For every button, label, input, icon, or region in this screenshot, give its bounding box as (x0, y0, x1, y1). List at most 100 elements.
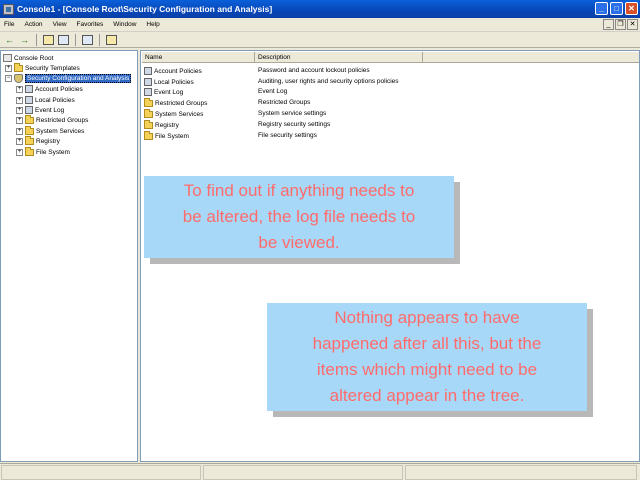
up-folder-icon[interactable] (43, 34, 54, 45)
tree-child-file-system[interactable]: + File System (16, 146, 70, 157)
expand-icon[interactable]: + (16, 85, 23, 93)
expand-icon[interactable]: + (16, 148, 23, 156)
tree-child-local-policies[interactable]: + Local Policies (16, 95, 75, 105)
maximize-button[interactable]: □ (610, 2, 623, 15)
callout-log-file: To find out if anything needs to be alte… (144, 176, 454, 258)
mdi-minimize-button[interactable]: _ (603, 19, 614, 30)
list-item[interactable]: Account Policies (144, 66, 202, 76)
tree-item-security-templates[interactable]: + Security Templates (5, 62, 80, 73)
forward-arrow-icon[interactable]: → (18, 34, 31, 46)
status-segment (405, 465, 637, 480)
folder-icon (144, 119, 153, 129)
list-item-description: Event Log (258, 88, 288, 95)
list-item[interactable]: Event Log (144, 87, 183, 97)
tree-item-label: Account Policies (35, 85, 83, 93)
list-item-description: File security settings (258, 132, 317, 139)
column-header-description[interactable]: Description (255, 52, 423, 63)
menu-favorites[interactable]: Favorites (72, 21, 109, 28)
column-header-name[interactable]: Name (142, 52, 255, 63)
mmc-app-icon[interactable] (3, 3, 14, 15)
help-icon[interactable] (106, 34, 117, 45)
title-bar[interactable]: Console1 - [Console Root\Security Config… (0, 0, 640, 18)
expand-icon[interactable]: + (16, 106, 23, 114)
expand-icon[interactable]: + (16, 127, 23, 135)
list-item-description: System service settings (258, 110, 327, 117)
window-title: Console1 - [Console Root\Security Config… (17, 4, 273, 14)
back-arrow-icon[interactable]: ← (3, 34, 16, 46)
callout-line: altered appear in the tree. (329, 386, 525, 405)
menu-file[interactable]: File (0, 21, 19, 28)
policy-icon (144, 78, 152, 86)
menu-view[interactable]: View (48, 21, 72, 28)
window-controls: _ □ ✕ (595, 2, 638, 15)
expand-icon[interactable]: + (16, 137, 23, 145)
callout-line: items which might need to be (316, 360, 538, 379)
list-item-description: Password and account lockout policies (258, 67, 370, 74)
policy-icon (25, 85, 33, 93)
event-log-icon (144, 88, 152, 96)
tree-item-label: File System (36, 148, 70, 156)
tree-child-system-services[interactable]: + System Services (16, 125, 85, 136)
list-item[interactable]: System Services (144, 108, 204, 119)
tree-pane[interactable]: Console Root + Security Templates − Secu… (0, 50, 138, 462)
expand-icon[interactable]: + (16, 96, 23, 104)
security-analysis-icon (14, 73, 23, 83)
show-hide-tree-icon[interactable] (58, 34, 69, 45)
callout-line: Nothing appears to have (334, 308, 520, 327)
folder-icon (25, 146, 34, 156)
expand-icon[interactable]: + (16, 116, 23, 124)
mdi-close-button[interactable]: ✕ (627, 19, 638, 30)
list-item-description: Registry security settings (258, 121, 331, 128)
tree-child-event-log[interactable]: + Event Log (16, 105, 64, 115)
tree-child-account-policies[interactable]: + Account Policies (16, 84, 83, 94)
policy-icon (25, 96, 33, 104)
callout-line: be altered, the log file needs to (182, 207, 416, 226)
folder-icon (14, 62, 23, 72)
event-log-icon (25, 106, 33, 114)
folder-icon (144, 97, 153, 107)
policy-icon (144, 67, 152, 75)
menu-action[interactable]: Action (19, 21, 47, 28)
tree-item-security-configuration[interactable]: − Security Configuration and Analysis (5, 73, 132, 83)
menu-window[interactable]: Window (108, 21, 141, 28)
column-header-filler (423, 52, 639, 63)
list-item-name: File System (155, 132, 189, 140)
list-item-description: Restricted Groups (258, 99, 311, 106)
expand-icon[interactable]: + (5, 64, 12, 72)
console-root-icon (3, 54, 12, 62)
list-item[interactable]: Registry (144, 119, 179, 130)
callout-line: happened after all this, but the (312, 334, 542, 353)
list-item-name: System Services (155, 110, 204, 118)
menu-help[interactable]: Help (141, 21, 164, 28)
folder-icon (144, 130, 153, 140)
toolbar-separator (75, 33, 76, 46)
list-item-name: Registry (155, 121, 179, 129)
folder-icon (25, 135, 34, 145)
mdi-restore-button[interactable]: ❐ (615, 19, 626, 30)
list-item-name: Event Log (154, 88, 184, 96)
mdi-controls: _ ❐ ✕ (603, 19, 638, 30)
tree-item-label: Local Policies (35, 96, 75, 104)
list-item-name: Restricted Groups (155, 99, 208, 107)
status-bar (0, 463, 640, 480)
list-item-name: Account Policies (154, 67, 202, 75)
folder-icon (144, 108, 153, 118)
tree-item-label: Restricted Groups (36, 116, 89, 124)
list-item[interactable]: File System (144, 130, 189, 141)
status-segment (1, 465, 201, 480)
callout-tree-items: Nothing appears to have happened after a… (267, 303, 587, 411)
tree-item-label: Registry (36, 137, 60, 145)
tree-child-registry[interactable]: + Registry (16, 135, 60, 146)
collapse-icon[interactable]: − (5, 74, 12, 82)
close-button[interactable]: ✕ (625, 2, 638, 15)
tree-item-label: Security Templates (25, 64, 80, 72)
list-item[interactable]: Local Policies (144, 77, 194, 87)
tree-root[interactable]: Console Root (3, 53, 53, 63)
toolbar-separator (36, 33, 37, 46)
minimize-button[interactable]: _ (595, 2, 608, 15)
tree-item-label: System Services (36, 127, 85, 135)
callout-line: To find out if anything needs to (183, 181, 415, 200)
tree-child-restricted-groups[interactable]: + Restricted Groups (16, 114, 89, 125)
list-item[interactable]: Restricted Groups (144, 97, 208, 108)
export-list-icon[interactable] (82, 34, 93, 45)
